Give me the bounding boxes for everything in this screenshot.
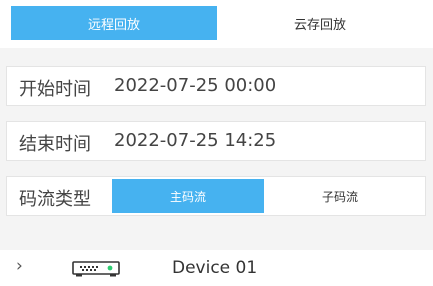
tab-remote-playback[interactable]: 远程回放 — [11, 6, 217, 40]
start-time-row[interactable]: 开始时间 2022-07-25 00:00 — [6, 66, 426, 106]
start-time-label: 开始时间 — [19, 79, 91, 100]
end-time-label: 结束时间 — [19, 134, 91, 155]
stream-type-row: 码流类型 主码流 子码流 — [6, 176, 426, 216]
end-time-value[interactable]: 2022-07-25 14:25 — [114, 130, 276, 151]
main-stream-button[interactable]: 主码流 — [112, 179, 264, 213]
device-list-item[interactable]: › Device 01 — [0, 250, 433, 286]
tab-cloud-playback[interactable]: 云存回放 — [217, 6, 423, 40]
chevron-right-icon[interactable]: › — [16, 256, 23, 276]
playback-tabs: 远程回放 云存回放 — [0, 0, 433, 48]
device-name: Device 01 — [172, 258, 258, 278]
sub-stream-button[interactable]: 子码流 — [264, 179, 416, 213]
stream-type-label: 码流类型 — [19, 189, 91, 210]
nvr-device-icon — [72, 260, 120, 282]
end-time-row[interactable]: 结束时间 2022-07-25 14:25 — [6, 121, 426, 161]
start-time-value[interactable]: 2022-07-25 00:00 — [114, 75, 276, 96]
